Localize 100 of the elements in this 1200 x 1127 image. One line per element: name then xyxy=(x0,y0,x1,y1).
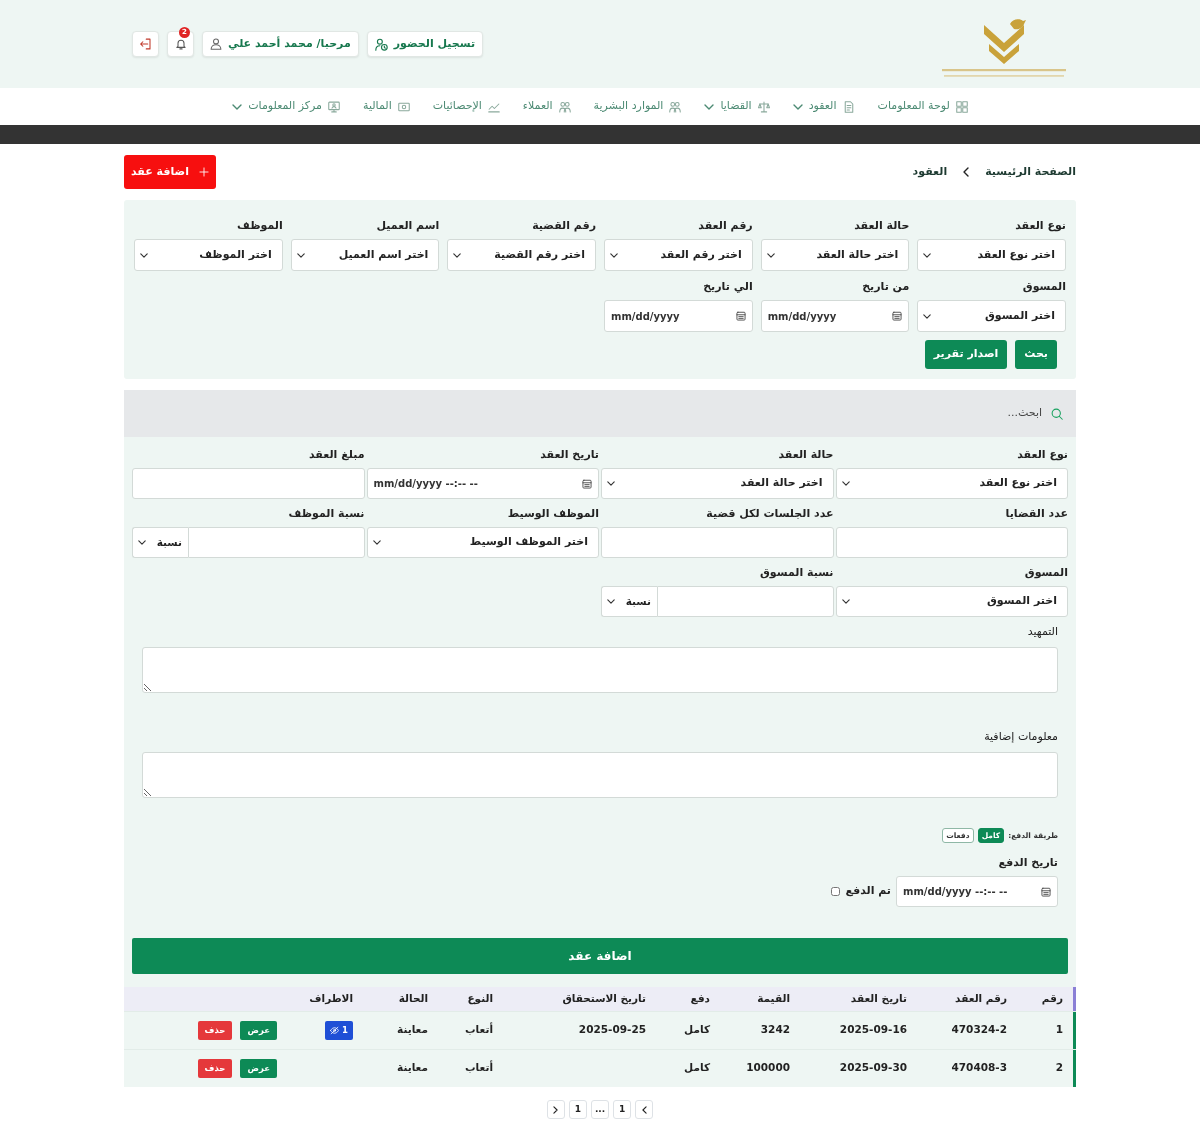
attendance-button[interactable]: تسجيل الحضور xyxy=(366,31,484,57)
nav-dropdown[interactable]: العقود xyxy=(792,98,855,115)
paid-checkbox[interactable] xyxy=(831,887,841,896)
select-field[interactable]: اختر الموظف الوسيط xyxy=(366,527,599,558)
field-label: تاريخ الدفع xyxy=(997,856,1058,870)
textarea-field[interactable] xyxy=(142,647,1058,693)
field-label: الموظف xyxy=(236,219,283,233)
filter-button[interactable]: بحث xyxy=(1015,340,1057,369)
chevron-down-icon xyxy=(232,103,243,110)
banknote-icon xyxy=(397,100,410,113)
calendar-icon xyxy=(892,311,903,321)
field-label: المسوق xyxy=(1021,280,1066,294)
page-link[interactable]: ... xyxy=(590,1100,610,1119)
next-page-button[interactable] xyxy=(546,1100,565,1119)
nav-link[interactable]: الإحصائيات xyxy=(432,98,500,115)
unit-select[interactable]: نسبة xyxy=(132,527,188,558)
nav-link[interactable]: العملاء xyxy=(522,98,571,115)
input-field[interactable] xyxy=(657,586,834,617)
nav-link[interactable]: الموارد البشرية xyxy=(593,98,682,115)
field-label: الموظف الوسيط xyxy=(506,507,599,521)
field-label: رقم القضية xyxy=(531,219,596,233)
checkbox-label: تم الدفع xyxy=(845,883,891,900)
table-cell: 100000 xyxy=(718,1049,798,1087)
textarea-field[interactable] xyxy=(142,752,1058,798)
chevron-down-icon xyxy=(841,599,850,604)
table-cell: 2025-09-25 xyxy=(501,1011,654,1049)
calendar-icon xyxy=(735,311,746,321)
select-field[interactable]: اختر رقم العقد xyxy=(604,239,753,271)
unit-select[interactable]: نسبة xyxy=(601,586,657,617)
plus-icon xyxy=(199,167,209,177)
column-header: القيمة xyxy=(718,987,798,1011)
input-field[interactable] xyxy=(835,527,1068,558)
nav-link[interactable]: المالية xyxy=(363,98,410,115)
field-label: تاريخ العقد xyxy=(539,448,599,462)
field-label: نسبة الموظف xyxy=(287,507,365,521)
select-field[interactable]: اختر اسم العميل xyxy=(290,239,440,271)
select-field[interactable]: اختر المسوق xyxy=(917,300,1066,332)
select-field[interactable]: اختر المسوق xyxy=(835,586,1068,617)
field-label: رقم العقد xyxy=(697,219,753,233)
input-field[interactable] xyxy=(188,527,365,558)
chevron-right-icon xyxy=(553,1105,559,1114)
input-field[interactable] xyxy=(132,468,365,499)
select-field[interactable]: اختر حالة العقد xyxy=(760,239,910,271)
date-field[interactable]: mm/dd/yyyy xyxy=(604,300,753,332)
page-link[interactable]: 1 xyxy=(568,1100,587,1119)
chevron-down-icon xyxy=(792,103,803,110)
nav-link[interactable]: لوحة المعلومات xyxy=(877,98,968,115)
table-cell: 2 xyxy=(1015,1049,1076,1087)
chevron-left-icon xyxy=(641,1105,647,1114)
nav-dropdown[interactable]: القضايا xyxy=(704,98,770,115)
date-field[interactable]: mm/dd/yyyy --:-- -- xyxy=(896,876,1058,907)
delete-button[interactable]: حذف xyxy=(197,1058,233,1078)
select-field[interactable]: اختر رقم القضية xyxy=(447,239,596,271)
field-label: نوع العقد xyxy=(1014,219,1066,233)
user-menu-button[interactable]: مرحبا/ محمد أحمد علي xyxy=(202,31,359,57)
select-field[interactable]: اختر الموظف xyxy=(134,239,283,271)
date-field[interactable]: mm/dd/yyyy xyxy=(760,300,910,332)
table-cell: 3242 xyxy=(718,1011,798,1049)
field-label: مبلغ العقد xyxy=(308,448,365,462)
search-field[interactable]: ابحث... xyxy=(842,405,1042,422)
date-field[interactable]: mm/dd/yyyy --:-- -- xyxy=(366,468,599,499)
column-header: النوع xyxy=(436,987,501,1011)
delete-button[interactable]: حذف xyxy=(197,1020,233,1040)
select-field[interactable]: اختر نوع العقد xyxy=(917,239,1066,271)
previous-page-button[interactable] xyxy=(635,1100,654,1119)
table-cell: 2025-09-30 xyxy=(798,1049,915,1087)
breadcrumb-current: العقود xyxy=(912,163,948,180)
table-cell: معاينة xyxy=(361,1049,436,1087)
view-button[interactable]: عرض xyxy=(240,1020,277,1040)
select-field[interactable]: اختر حالة العقد xyxy=(601,468,834,499)
input-field[interactable] xyxy=(601,527,834,558)
column-header: الاطراف xyxy=(285,987,361,1011)
add-contract-button[interactable]: اضافة عقد xyxy=(124,155,216,189)
table-cell: 1 xyxy=(1015,1011,1076,1049)
chevron-down-icon xyxy=(607,481,615,486)
chevron-down-icon xyxy=(138,540,146,545)
table-cell: أتعاب xyxy=(436,1049,501,1087)
calendar-icon xyxy=(1041,886,1051,897)
bell-icon xyxy=(174,38,187,50)
parties-badge[interactable]: 1 xyxy=(325,1020,353,1040)
field-label: نوع العقد xyxy=(1016,448,1068,462)
column-header: الحالة xyxy=(361,987,436,1011)
nav-dropdown[interactable]: مركز المعلومات xyxy=(232,98,340,115)
column-header: رقم العقد xyxy=(915,987,1015,1011)
breadcrumb-link[interactable]: الصفحة الرئيسية xyxy=(985,163,1076,181)
user-icon xyxy=(210,38,222,50)
select-field[interactable]: اختر نوع العقد xyxy=(835,468,1068,499)
field-label: المسوق xyxy=(1023,566,1068,580)
submit-button[interactable]: اضافة عقد xyxy=(132,938,1068,974)
field-label: معلومات إضافية xyxy=(983,730,1058,744)
table-cell: 2025-09-16 xyxy=(798,1011,915,1049)
view-button[interactable]: عرض xyxy=(240,1058,277,1078)
line-chart-icon xyxy=(487,100,500,113)
table-cell: معاينة xyxy=(361,1011,436,1049)
page-link[interactable]: 1 xyxy=(613,1100,632,1119)
logout-button[interactable] xyxy=(132,31,159,57)
logout-icon xyxy=(139,38,152,50)
chevron-down-icon xyxy=(841,481,850,486)
filter-button[interactable]: اصدار تقرير xyxy=(924,340,1008,369)
chevron-down-icon xyxy=(372,540,381,545)
